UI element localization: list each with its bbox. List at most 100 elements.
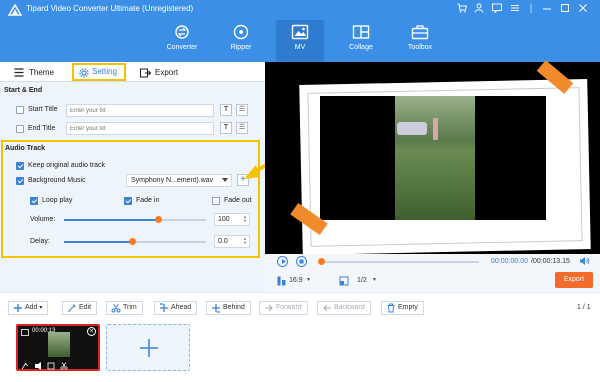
clip-duration: 00:00:13 xyxy=(32,328,56,334)
page-indicator: 1 / 1 xyxy=(577,304,591,311)
behind-button[interactable]: Behind xyxy=(206,301,251,315)
converter-icon xyxy=(175,25,189,39)
fade-out-checkbox[interactable] xyxy=(212,197,220,205)
add-label: Add xyxy=(25,304,38,311)
backward-icon xyxy=(323,304,331,312)
export-icon xyxy=(140,68,151,78)
end-title-checkbox[interactable] xyxy=(16,125,24,133)
progress-slider[interactable] xyxy=(318,258,479,265)
tab-label: MV xyxy=(294,44,306,51)
stop-icon xyxy=(299,259,304,264)
tab-mv[interactable]: MV xyxy=(276,20,324,62)
tab-export[interactable]: Export xyxy=(140,65,190,80)
cart-icon[interactable] xyxy=(455,3,469,17)
forward-button[interactable]: Forward xyxy=(259,301,308,315)
volume-input[interactable]: 100 ▲ ▼ xyxy=(214,213,250,226)
backward-button[interactable]: Backward xyxy=(317,301,371,315)
volume-slider[interactable] xyxy=(64,216,206,223)
ahead-icon xyxy=(160,303,168,312)
menu-icon[interactable] xyxy=(508,3,522,17)
volume-slider-fill xyxy=(64,219,158,221)
video-preview xyxy=(265,60,600,255)
minimize-icon[interactable] xyxy=(540,3,554,17)
tab-ripper[interactable]: Ripper xyxy=(217,20,265,62)
play-button[interactable] xyxy=(277,256,288,267)
loop-play-checkbox[interactable] xyxy=(30,197,38,205)
tab-export-label: Export xyxy=(155,68,179,77)
edit-icon xyxy=(68,304,76,313)
fade-in-checkbox[interactable] xyxy=(124,197,132,205)
total-time: /00:00:13.15 xyxy=(531,258,570,265)
trim-button[interactable]: Trim xyxy=(106,301,143,315)
tab-converter[interactable]: Converter xyxy=(158,20,206,62)
start-title-input[interactable] xyxy=(66,104,214,117)
scale-dropdown-icon[interactable]: ▾ xyxy=(373,276,376,283)
plus-icon xyxy=(140,339,158,357)
feedback-icon[interactable] xyxy=(490,3,504,17)
volume-slider-knob[interactable] xyxy=(154,216,162,223)
add-button[interactable]: Add ▾ xyxy=(8,301,49,315)
scale-value[interactable]: 1/2 xyxy=(357,277,367,284)
trim-label: Trim xyxy=(123,304,137,311)
end-title-label: End Title xyxy=(28,125,56,132)
window-title: Tipard Video Converter Ultimate (Unregis… xyxy=(26,4,194,13)
delay-value: 0.0 xyxy=(218,238,228,245)
tab-label: Toolbox xyxy=(407,44,433,51)
end-title-font-button[interactable]: T xyxy=(220,122,232,134)
background-music-checkbox[interactable] xyxy=(16,177,24,185)
volume-icon[interactable] xyxy=(579,256,590,266)
keep-original-checkbox[interactable] xyxy=(16,162,24,170)
tab-theme[interactable]: Theme xyxy=(14,65,64,80)
subtab-bar: Theme Setting Export xyxy=(0,62,265,82)
progress-knob[interactable] xyxy=(318,258,325,265)
user-icon[interactable] xyxy=(472,3,486,17)
end-title-input[interactable] xyxy=(66,122,214,135)
fade-in-label: Fade in xyxy=(136,197,160,204)
add-clip-slot[interactable] xyxy=(106,324,190,371)
aspect-dropdown-icon[interactable]: ▾ xyxy=(307,276,310,283)
forward-icon xyxy=(265,304,273,312)
delay-input[interactable]: 0.0 ▲ ▼ xyxy=(214,235,250,248)
export-button[interactable]: Export xyxy=(555,272,593,288)
delay-slider[interactable] xyxy=(64,238,206,245)
ahead-button[interactable]: Ahead xyxy=(154,301,198,315)
start-title-checkbox[interactable] xyxy=(16,106,24,114)
timeline: 00:00:13 × xyxy=(0,318,600,382)
edit-label: Edit xyxy=(79,304,92,311)
clip-thumbnail[interactable]: 00:00:13 × xyxy=(16,324,100,371)
tab-setting-label: Setting xyxy=(92,67,117,76)
clip-toolbar: Add ▾ Edit Trim Ahead Behind Forward Bac… xyxy=(0,292,600,318)
edit-button[interactable]: Edit xyxy=(62,301,98,315)
tab-label: Ripper xyxy=(230,44,252,51)
behind-label: Behind xyxy=(223,304,245,311)
video-image xyxy=(395,96,475,220)
close-icon[interactable] xyxy=(576,3,590,17)
tab-collage[interactable]: Collage xyxy=(337,20,385,62)
theme-icon xyxy=(14,68,24,77)
clip-remove-icon[interactable]: × xyxy=(87,327,96,336)
stop-button[interactable] xyxy=(296,256,307,267)
tab-setting[interactable]: Setting xyxy=(72,63,126,81)
end-title-grid-button[interactable]: ☰ xyxy=(236,122,248,134)
separator: | xyxy=(529,3,533,14)
aspect-ratio-icon xyxy=(277,276,286,286)
volume-spinner[interactable]: ▲ ▼ xyxy=(243,215,247,223)
clip-tools-icons xyxy=(21,362,68,370)
scale-icon xyxy=(339,276,349,286)
delay-spinner[interactable]: ▲ ▼ xyxy=(243,237,247,245)
person-shape xyxy=(433,118,438,140)
behind-icon xyxy=(212,304,220,313)
video-frame xyxy=(320,96,546,220)
start-title-grid-button[interactable]: ☰ xyxy=(236,104,248,116)
clip-image xyxy=(48,332,70,357)
start-title-font-button[interactable]: T xyxy=(220,104,232,116)
tab-toolbox[interactable]: Toolbox xyxy=(396,20,444,62)
start-end-title: Start & End xyxy=(4,87,43,94)
aspect-ratio-value[interactable]: 16:9 xyxy=(289,277,303,284)
delay-label: Delay: xyxy=(30,238,50,245)
empty-button[interactable]: Empty xyxy=(381,301,424,315)
maximize-icon[interactable] xyxy=(558,3,572,17)
scissors-icon xyxy=(111,303,121,313)
background-music-select[interactable]: Symphony N...ement).wav xyxy=(126,174,232,187)
trash-icon xyxy=(387,303,395,313)
